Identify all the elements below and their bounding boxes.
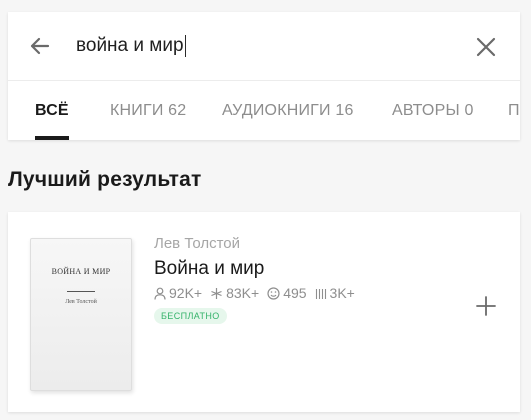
search-query-text: война и мир bbox=[76, 35, 184, 56]
plus-icon bbox=[476, 296, 496, 316]
cover-title: ВОЙНА И МИР bbox=[51, 267, 111, 276]
tab-all[interactable]: ВСЁ bbox=[35, 81, 69, 140]
stat-quotes-value: 3K+ bbox=[329, 285, 355, 301]
search-bar: война и мир bbox=[8, 12, 520, 81]
tab-authors[interactable]: АВТОРЫ 0 bbox=[392, 81, 474, 140]
tab-audiobooks[interactable]: АУДИОКНИГИ 16 bbox=[222, 81, 354, 140]
stat-reactions-value: 495 bbox=[283, 285, 307, 301]
user-icon bbox=[154, 287, 166, 300]
stat-readers: 92K+ bbox=[154, 285, 202, 301]
tab-authors-label: АВТОРЫ 0 bbox=[392, 101, 474, 119]
cover-author: Лев Толстой bbox=[65, 299, 97, 305]
clear-search-button[interactable] bbox=[472, 33, 500, 61]
add-to-shelf-button[interactable] bbox=[472, 292, 500, 320]
bars-icon bbox=[315, 288, 326, 299]
book-author: Лев Толстой bbox=[154, 235, 241, 252]
close-icon bbox=[476, 37, 496, 57]
book-title[interactable]: Война и мир bbox=[154, 258, 264, 280]
smile-icon bbox=[267, 286, 280, 300]
tab-books[interactable]: КНИГИ 62 bbox=[110, 81, 186, 140]
stat-rating: 83K+ bbox=[210, 285, 259, 301]
stat-rating-value: 83K+ bbox=[226, 285, 260, 301]
cover-divider bbox=[67, 291, 95, 292]
results-tabs: ВСЁ КНИГИ 62 АУДИОКНИГИ 16 АВТОРЫ 0 ПО bbox=[8, 81, 520, 140]
free-badge: БЕСПЛАТНО bbox=[154, 308, 227, 324]
search-panel: война и мир ВСЁ КНИГИ 62 АУДИОКНИГИ 16 А… bbox=[8, 12, 520, 140]
tab-more-label: ПО bbox=[508, 101, 520, 119]
section-title: Лучший результат bbox=[8, 168, 202, 191]
arrow-left-icon bbox=[30, 37, 50, 55]
tab-more[interactable]: ПО bbox=[508, 81, 520, 140]
stat-readers-value: 92K+ bbox=[169, 285, 203, 301]
active-tab-indicator bbox=[35, 136, 69, 140]
star-icon bbox=[211, 287, 222, 299]
best-result-card[interactable]: ВОЙНА И МИР Лев Толстой Лев Толстой Войн… bbox=[8, 212, 520, 412]
stat-quotes: 3K+ bbox=[315, 285, 355, 301]
tab-audiobooks-label: АУДИОКНИГИ 16 bbox=[222, 101, 354, 119]
book-stats: 92K+ 83K+ 495 3K+ bbox=[154, 285, 363, 301]
book-cover[interactable]: ВОЙНА И МИР Лев Толстой bbox=[30, 238, 132, 391]
tab-books-label: КНИГИ 62 bbox=[110, 101, 187, 119]
stat-reactions: 495 bbox=[267, 285, 307, 301]
search-input[interactable]: война и мир bbox=[76, 32, 456, 60]
tab-all-label: ВСЁ bbox=[35, 101, 69, 119]
back-button[interactable] bbox=[26, 32, 54, 60]
text-cursor bbox=[184, 35, 187, 57]
